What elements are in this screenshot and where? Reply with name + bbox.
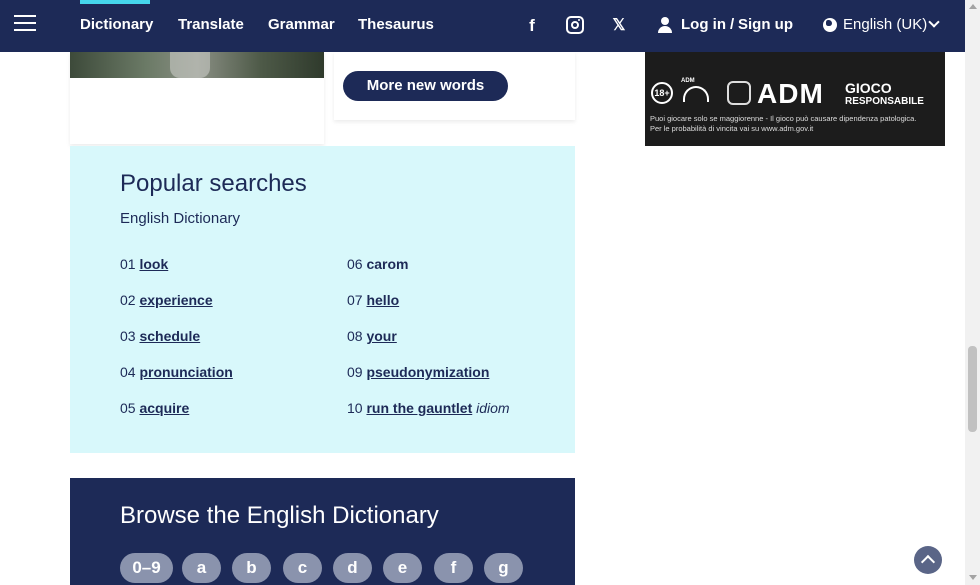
nav-translate[interactable]: Translate	[178, 16, 244, 33]
search-link[interactable]: acquire	[139, 400, 189, 416]
signup-link[interactable]: Sign up	[738, 16, 793, 33]
instagram-icon[interactable]	[566, 16, 584, 34]
language-selector[interactable]: English (UK)	[843, 16, 927, 33]
search-link[interactable]: pronunciation	[139, 364, 232, 380]
list-item: 09 pseudonymization	[347, 364, 490, 380]
gioco-text: GIOCO	[845, 80, 892, 96]
nav-thesaurus[interactable]: Thesaurus	[358, 16, 434, 33]
italian-emblem-icon	[727, 81, 751, 105]
letter-button-a[interactable]: a	[182, 553, 221, 583]
search-link[interactable]: hello	[366, 292, 399, 308]
page-scrollbar[interactable]	[965, 0, 980, 585]
adm-arc-logo	[683, 86, 709, 102]
list-item: 01 look	[120, 256, 169, 272]
letter-button-g[interactable]: g	[484, 553, 523, 583]
list-item: 08 your	[347, 328, 397, 344]
nav-dictionary[interactable]: Dictionary	[80, 16, 153, 33]
list-item: 06 carom	[347, 256, 409, 272]
more-new-words-button[interactable]: More new words	[343, 71, 508, 101]
responsabile-text: RESPONSABILE	[845, 96, 924, 107]
popular-searches-title: Popular searches	[120, 170, 307, 197]
adm-logo-text: ADM	[757, 78, 824, 109]
adm-small-logo: ADM	[681, 78, 695, 84]
scrollbar-thumb[interactable]	[968, 346, 977, 432]
browse-title: Browse the English Dictionary	[120, 502, 439, 529]
chevron-down-icon[interactable]	[928, 16, 940, 28]
globe-icon	[823, 18, 837, 32]
search-link[interactable]: pseudonymization	[366, 364, 489, 380]
ad-disclaimer: Puoi giocare solo se maggiorenne - Il gi…	[650, 114, 916, 134]
search-link[interactable]: your	[366, 328, 396, 344]
list-item: 03 schedule	[120, 328, 201, 344]
list-item: 04 pronunciation	[120, 364, 233, 380]
active-nav-indicator	[80, 0, 150, 4]
login-separator: /	[730, 16, 735, 33]
letter-button-b[interactable]: b	[232, 553, 271, 583]
nav-grammar[interactable]: Grammar	[268, 16, 335, 33]
search-link[interactable]: schedule	[139, 328, 200, 344]
search-word[interactable]: carom	[366, 256, 408, 272]
scroll-down-arrow-icon[interactable]	[969, 575, 977, 580]
search-link[interactable]: run the gauntlet	[366, 400, 472, 416]
ad-disclaimer-line1: Puoi giocare solo se maggiorenne - Il gi…	[650, 114, 917, 123]
popular-searches-section: Popular searches English Dictionary 01 l…	[70, 146, 575, 453]
letter-button-d[interactable]: d	[333, 553, 372, 583]
letter-button-e[interactable]: e	[383, 553, 422, 583]
hamburger-menu-icon[interactable]	[14, 15, 36, 35]
card-image	[70, 52, 324, 78]
idiom-tag: idiom	[476, 400, 510, 416]
facebook-icon[interactable]: f	[522, 16, 542, 36]
advertisement-banner[interactable]: 18+ ADM ADM GIOCO RESPONSABILE Puoi gioc…	[645, 52, 945, 146]
letter-button-0-9[interactable]: 0–9	[120, 553, 173, 583]
list-item: 02 experience	[120, 292, 213, 308]
word-of-the-day-card[interactable]	[70, 52, 324, 144]
search-link[interactable]: experience	[139, 292, 212, 308]
user-icon	[658, 17, 672, 33]
browse-dictionary-section: Browse the English Dictionary 0–9 a b c …	[70, 478, 575, 585]
scroll-up-arrow-icon[interactable]	[969, 4, 977, 9]
x-twitter-icon[interactable]: 𝕏	[609, 16, 629, 36]
ad-disclaimer-line2: Per le probabilità di vincita vai su www…	[650, 124, 814, 133]
gioco-responsabile-logo: GIOCO RESPONSABILE	[845, 81, 924, 109]
search-link[interactable]: look	[139, 256, 168, 272]
login-link[interactable]: Log in	[681, 16, 726, 33]
back-to-top-icon[interactable]	[914, 546, 942, 574]
letter-button-c[interactable]: c	[283, 553, 322, 583]
letter-button-f[interactable]: f	[434, 553, 473, 583]
top-navigation-bar: Dictionary Translate Grammar Thesaurus f…	[0, 0, 965, 52]
list-item: 05 acquire	[120, 400, 190, 416]
age-badge: 18+	[651, 82, 673, 104]
list-item: 07 hello	[347, 292, 400, 308]
popular-searches-subtitle: English Dictionary	[120, 210, 241, 227]
list-item: 10 run the gauntlet idiom	[347, 400, 510, 416]
